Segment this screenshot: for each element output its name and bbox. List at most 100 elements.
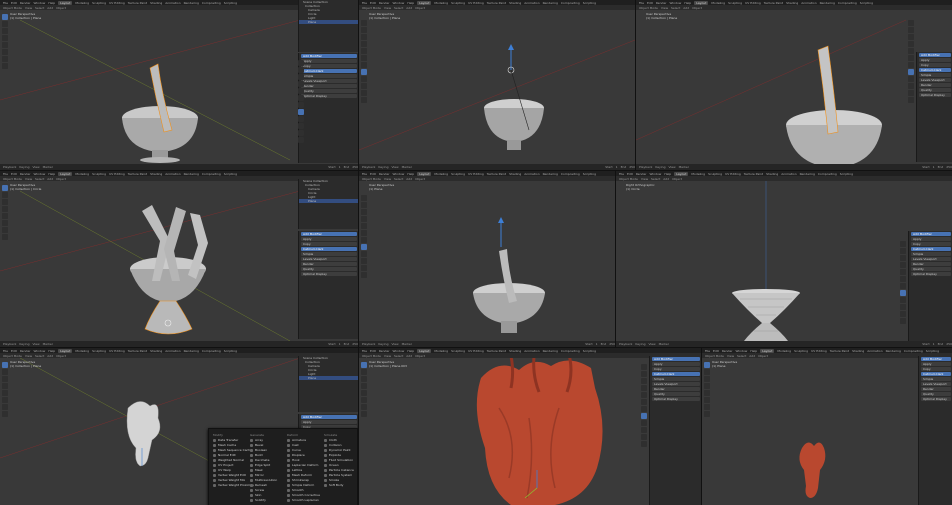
workspace-tab[interactable]: Shading <box>786 1 798 5</box>
property-quality[interactable]: Quality <box>301 89 357 93</box>
properties-tab-icon[interactable] <box>361 258 367 264</box>
header-menu-item[interactable]: View <box>384 354 391 358</box>
workspace-tab[interactable]: Modeling <box>691 172 705 176</box>
property-apply[interactable]: Apply <box>652 362 700 366</box>
frame-end-val[interactable]: 250 <box>352 342 358 346</box>
property-levels-viewport[interactable]: Levels Viewport <box>921 382 951 386</box>
workspace-tab[interactable]: Compositing <box>561 172 580 176</box>
menu-item[interactable]: Render <box>20 1 31 5</box>
workspace-tab[interactable]: Modeling <box>434 349 448 353</box>
workspace-tab[interactable]: Sculpting <box>451 172 465 176</box>
tool-button[interactable] <box>704 383 710 389</box>
property-copy[interactable]: Copy <box>301 64 357 68</box>
properties-tab-icon[interactable] <box>361 272 367 278</box>
menu-item[interactable]: Window <box>393 1 405 5</box>
tool-button[interactable] <box>2 404 8 410</box>
workspace-tab[interactable]: UV Editing <box>811 349 827 353</box>
property-add-modifier[interactable]: Add Modifier <box>652 357 700 361</box>
property-apply[interactable]: Apply <box>301 420 357 424</box>
properties-tab-icon[interactable] <box>641 441 647 447</box>
workspace-tab[interactable]: Sculpting <box>92 172 106 176</box>
workspace-tab[interactable]: Modeling <box>777 349 791 353</box>
properties-tab-icon[interactable] <box>900 269 906 275</box>
properties-tab-icon[interactable] <box>908 90 914 96</box>
viewport[interactable] <box>636 0 952 170</box>
frame-start-val[interactable]: 1 <box>339 165 341 169</box>
menu-item[interactable]: File <box>3 172 8 176</box>
menu-item[interactable]: Help <box>684 1 691 5</box>
header-menu-item[interactable]: Add <box>47 177 53 181</box>
workspace-tab[interactable]: Compositing <box>202 1 221 5</box>
properties-tab-icon[interactable] <box>908 55 914 61</box>
property-simple[interactable]: Simple <box>911 252 951 256</box>
properties-tab-icon[interactable] <box>298 123 304 129</box>
timeline-menu-item[interactable]: View <box>391 342 398 346</box>
tool-button[interactable] <box>2 56 8 62</box>
workspace-tab[interactable]: Rendering <box>184 1 199 5</box>
workspace-tab[interactable]: Texture Paint <box>487 349 506 353</box>
workspace-tab[interactable]: Animation <box>801 1 816 5</box>
frame-end-val[interactable]: 250 <box>946 165 952 169</box>
timeline-menu-item[interactable]: Playback <box>362 342 375 346</box>
tool-button[interactable] <box>2 42 8 48</box>
properties-tab-icon[interactable] <box>298 67 304 73</box>
header-menu-item[interactable]: Object <box>415 6 425 10</box>
modifier-menu-item[interactable]: Soft Body <box>324 483 354 488</box>
property-levels-viewport[interactable]: Levels Viewport <box>919 78 951 82</box>
header-menu-item[interactable]: Add <box>749 354 755 358</box>
tool-button[interactable] <box>2 362 8 368</box>
header-menu-item[interactable]: Add <box>663 177 669 181</box>
workspace-tab[interactable]: UV Editing <box>745 1 761 5</box>
menu-item[interactable]: Help <box>407 1 414 5</box>
header-menu-item[interactable]: Object <box>692 6 702 10</box>
properties-tab-icon[interactable] <box>908 97 914 103</box>
header-menu-item[interactable]: View <box>25 6 32 10</box>
workspace-tab[interactable]: Sculpting <box>451 349 465 353</box>
menu-item[interactable]: Edit <box>370 349 376 353</box>
menu-item[interactable]: Render <box>379 1 390 5</box>
properties-tab-icon[interactable] <box>641 413 647 419</box>
tool-button[interactable] <box>704 411 710 417</box>
menu-item[interactable]: Edit <box>11 172 17 176</box>
header-menu-item[interactable]: View <box>661 6 668 10</box>
tool-button[interactable] <box>361 390 367 396</box>
header-menu-item[interactable]: View <box>25 354 32 358</box>
timeline-menu-item[interactable]: Marker <box>659 342 669 346</box>
property-quality[interactable]: Quality <box>919 88 951 92</box>
workspace-tab[interactable]: Modeling <box>75 172 89 176</box>
workspace-tab[interactable]: Texture Paint <box>764 1 783 5</box>
header-menu-item[interactable]: View <box>384 177 391 181</box>
timeline-menu-item[interactable]: Keying <box>655 165 665 169</box>
workspace-tab[interactable]: Compositing <box>202 172 221 176</box>
menu-item[interactable]: Render <box>20 349 31 353</box>
property-optimal-display[interactable]: Optimal Display <box>911 272 951 276</box>
workspace-tab[interactable]: Compositing <box>818 172 837 176</box>
properties-tab-icon[interactable] <box>900 304 906 310</box>
menu-item[interactable]: File <box>3 1 8 5</box>
mode-selector[interactable]: Object Mode <box>3 177 22 181</box>
property-render[interactable]: Render <box>911 262 951 266</box>
viewport[interactable] <box>359 171 615 347</box>
mode-selector[interactable]: Object Mode <box>362 354 381 358</box>
tool-button[interactable] <box>2 220 8 226</box>
tool-button[interactable] <box>2 199 8 205</box>
workspace-tab[interactable]: Scripting <box>224 349 237 353</box>
menu-item[interactable]: Help <box>407 349 414 353</box>
properties-tab-icon[interactable] <box>641 399 647 405</box>
workspace-tab[interactable]: Animation <box>524 172 539 176</box>
workspace-tab[interactable]: UV Editing <box>109 349 125 353</box>
header-menu-item[interactable]: Add <box>47 6 53 10</box>
mode-selector[interactable]: Object Mode <box>705 354 724 358</box>
workspace-tab[interactable]: Layout <box>674 171 689 176</box>
workspace-tab[interactable]: Layout <box>58 0 73 5</box>
tool-button[interactable] <box>361 376 367 382</box>
header-menu-item[interactable]: View <box>727 354 734 358</box>
workspace-tab[interactable]: Shading <box>852 349 864 353</box>
tool-button[interactable] <box>2 63 8 69</box>
workspace-tab[interactable]: Compositing <box>838 1 857 5</box>
property-copy[interactable]: Copy <box>652 367 700 371</box>
menu-item[interactable]: Window <box>393 172 405 176</box>
header-menu-item[interactable]: Select <box>394 6 403 10</box>
properties-tab-icon[interactable] <box>900 255 906 261</box>
workspace-tab[interactable]: Shading <box>150 1 162 5</box>
